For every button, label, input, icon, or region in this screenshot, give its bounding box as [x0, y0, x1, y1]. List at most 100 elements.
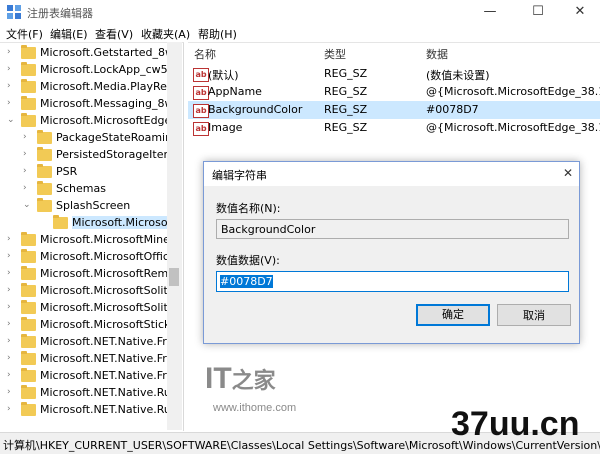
- value-data: @{Microsoft.MicrosoftEdge_38.143: [426, 85, 600, 98]
- value-name: AppName: [208, 85, 262, 98]
- maximize-button[interactable]: ☐: [518, 0, 558, 24]
- tree-item[interactable]: ›Microsoft.Microso: [0, 215, 183, 232]
- value-row[interactable]: ab BackgroundColor REG_SZ #0078D7: [188, 101, 600, 119]
- chevron-right-icon[interactable]: ›: [7, 268, 17, 278]
- tree-item[interactable]: › Schemas: [0, 181, 183, 198]
- tree-item-label: Microsoft.NET.Native.Fra: [40, 369, 174, 382]
- menu-view[interactable]: 查看(V): [95, 26, 133, 42]
- chevron-right-icon[interactable]: ›: [7, 98, 17, 108]
- folder-icon: [21, 334, 36, 348]
- tree-item[interactable]: ⌄ Microsoft.MicrosoftEdge: [0, 113, 183, 130]
- title-bar: 注册表编辑器 — ☐ ✕: [0, 0, 600, 24]
- dialog-title-bar: 编辑字符串 ✕: [204, 162, 579, 186]
- value-name: BackgroundColor: [208, 103, 303, 116]
- value-type: REG_SZ: [324, 103, 368, 116]
- value-data-input[interactable]: #0078D7: [216, 271, 569, 292]
- tree-item-label: Microsoft.LockApp_cw5n: [40, 63, 175, 76]
- tree-item-label: Schemas: [56, 182, 106, 195]
- ok-button[interactable]: 确定: [416, 304, 490, 326]
- chevron-right-icon[interactable]: ›: [7, 234, 17, 244]
- tree-item[interactable]: › Microsoft.NET.Native.Fra: [0, 334, 183, 351]
- tree-item[interactable]: › Microsoft.Media.PlayRea: [0, 79, 183, 96]
- chevron-down-icon[interactable]: ⌄: [23, 200, 33, 210]
- folder-icon: [21, 317, 36, 331]
- menu-bar: 文件(F) 编辑(E) 查看(V) 收藏夹(A) 帮助(H): [0, 24, 600, 42]
- chevron-right-icon[interactable]: ›: [7, 81, 17, 91]
- tree-item[interactable]: › PackageStateRoamin: [0, 130, 183, 147]
- tree-scrollbar[interactable]: [167, 42, 182, 430]
- chevron-right-icon[interactable]: ›: [23, 183, 33, 193]
- chevron-right-icon[interactable]: ›: [7, 353, 17, 363]
- value-data: @{Microsoft.MicrosoftEdge_38.143: [426, 121, 600, 134]
- chevron-right-icon[interactable]: ›: [7, 319, 17, 329]
- dialog-title: 编辑字符串: [212, 169, 267, 182]
- tree-item[interactable]: › Microsoft.MicrosoftSolit: [0, 283, 183, 300]
- chevron-right-icon[interactable]: ›: [7, 302, 17, 312]
- tree-item-label: Microsoft.NET.Native.Fra: [40, 335, 174, 348]
- tree-item[interactable]: › Microsoft.NET.Native.Ru: [0, 402, 183, 419]
- chevron-right-icon[interactable]: ›: [23, 149, 33, 159]
- value-row[interactable]: ab Image REG_SZ @{Microsoft.MicrosoftEdge_3…: [188, 119, 600, 137]
- chevron-right-icon[interactable]: ›: [23, 132, 33, 142]
- folder-icon: [53, 215, 68, 229]
- tree-item[interactable]: › PersistedStorageItem: [0, 147, 183, 164]
- tree-scrollbar-thumb[interactable]: [169, 268, 179, 286]
- tree-item[interactable]: › Microsoft.NET.Native.Fra: [0, 368, 183, 385]
- folder-icon: [21, 385, 36, 399]
- regedit-icon: [7, 5, 21, 19]
- chevron-right-icon[interactable]: ›: [7, 336, 17, 346]
- ithome-logo: IT之家: [205, 362, 276, 395]
- tree-item[interactable]: › Microsoft.LockApp_cw5n: [0, 62, 183, 79]
- column-type[interactable]: 类型: [324, 46, 346, 62]
- tree-item-label: Microsoft.Media.PlayRea: [40, 80, 174, 93]
- menu-edit[interactable]: 编辑(E): [50, 26, 88, 42]
- folder-icon: [37, 164, 52, 178]
- tree-item[interactable]: › Microsoft.MicrosoftSolit: [0, 300, 183, 317]
- tree-item[interactable]: › Microsoft.Messaging_8w: [0, 96, 183, 113]
- value-data-text: #0078D7: [220, 275, 273, 288]
- dialog-close-icon[interactable]: ✕: [563, 166, 573, 180]
- tree-item[interactable]: › Microsoft.Getstarted_8w: [0, 45, 183, 62]
- tree-item-label: Microsoft.NET.Native.Ru: [40, 386, 171, 399]
- menu-favorites[interactable]: 收藏夹(A): [141, 26, 190, 42]
- tree-item-label: Microsoft.MicrosoftStick: [40, 318, 171, 331]
- tree-item[interactable]: ⌄ SplashScreen: [0, 198, 183, 215]
- chevron-right-icon[interactable]: ›: [7, 387, 17, 397]
- minimize-button[interactable]: —: [470, 0, 510, 24]
- value-row[interactable]: ab (默认) REG_SZ (数值未设置): [188, 65, 600, 83]
- tree-item[interactable]: › Microsoft.MicrosoftStick: [0, 317, 183, 334]
- value-name: Image: [208, 121, 243, 134]
- column-data[interactable]: 数据: [426, 46, 448, 62]
- chevron-right-icon[interactable]: ›: [23, 166, 33, 176]
- tree-item-label: PersistedStorageItem: [56, 148, 175, 161]
- tree-item[interactable]: › Microsoft.MicrosoftOffic: [0, 249, 183, 266]
- tree-item-label: Microsoft.MicrosoftRem: [40, 267, 169, 280]
- tree-item-label: Microsoft.Microso: [72, 216, 168, 229]
- chevron-right-icon[interactable]: ›: [7, 370, 17, 380]
- tree-item-label: SplashScreen: [56, 199, 131, 212]
- chevron-right-icon[interactable]: ›: [7, 251, 17, 261]
- value-name-label: 数值名称(N):: [216, 202, 281, 215]
- tree-item-label: Microsoft.NET.Native.Fra: [40, 352, 174, 365]
- tree-item[interactable]: › Microsoft.MicrosoftMine: [0, 232, 183, 249]
- chevron-right-icon[interactable]: ›: [7, 285, 17, 295]
- tree-item[interactable]: › Microsoft.MicrosoftRem: [0, 266, 183, 283]
- chevron-right-icon[interactable]: ›: [7, 47, 17, 57]
- key-tree[interactable]: › Microsoft.Getstarted_8w › Microsoft.LockA…: [0, 42, 184, 431]
- cancel-button[interactable]: 取消: [497, 304, 571, 326]
- menu-file[interactable]: 文件(F): [6, 26, 43, 42]
- tree-item[interactable]: › Microsoft.NET.Native.Fra: [0, 351, 183, 368]
- chevron-right-icon[interactable]: ›: [7, 404, 17, 414]
- value-row[interactable]: ab AppName REG_SZ @{Microsoft.MicrosoftEdge…: [188, 83, 600, 101]
- tree-item[interactable]: › PSR: [0, 164, 183, 181]
- close-button[interactable]: ✕: [560, 0, 600, 24]
- ithome-url: www.ithome.com: [213, 402, 297, 414]
- edit-string-dialog: 编辑字符串 ✕ 数值名称(N): BackgroundColor 数值数据(V)…: [203, 161, 580, 344]
- value-data-label: 数值数据(V):: [216, 254, 280, 267]
- chevron-down-icon[interactable]: ⌄: [7, 115, 17, 125]
- menu-help[interactable]: 帮助(H): [198, 26, 237, 42]
- column-name[interactable]: 名称: [194, 46, 216, 62]
- tree-item[interactable]: › Microsoft.NET.Native.Ru: [0, 385, 183, 402]
- chevron-right-icon[interactable]: ›: [7, 64, 17, 74]
- value-type: REG_SZ: [324, 121, 368, 134]
